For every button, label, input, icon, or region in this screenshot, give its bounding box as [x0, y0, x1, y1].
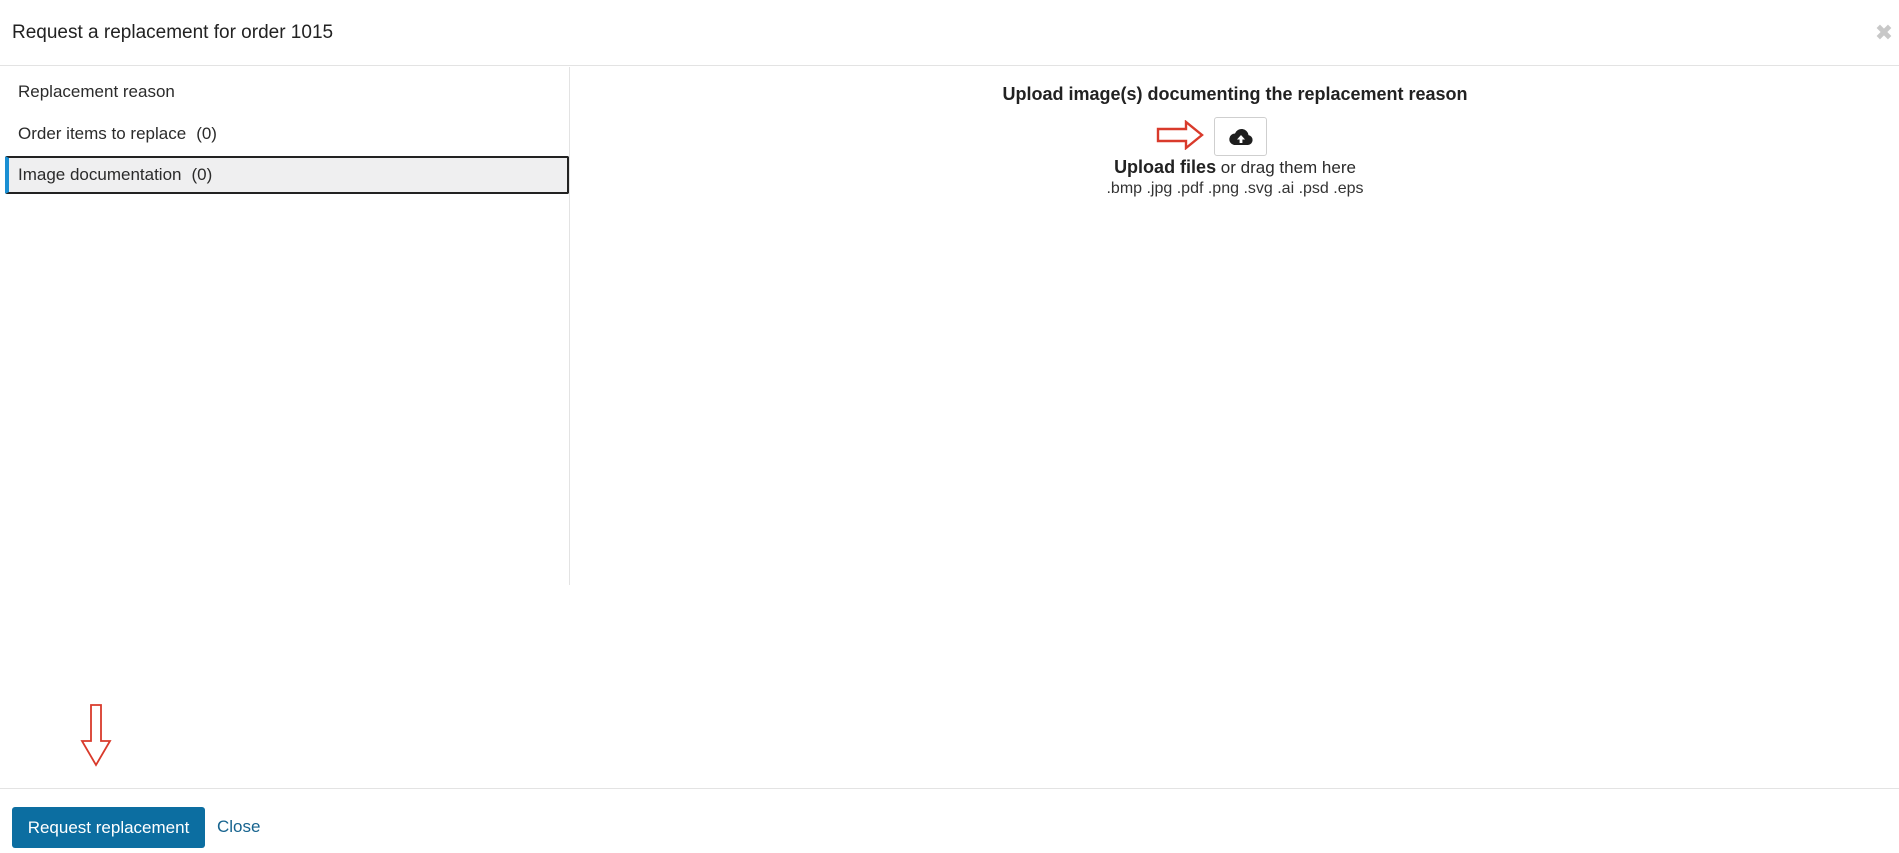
upload-files-link[interactable]: Upload files: [1114, 157, 1216, 177]
cloud-upload-icon: [1228, 128, 1253, 145]
upload-instructions: Upload files or drag them here: [571, 157, 1899, 178]
sidebar-item-count: (0): [191, 165, 213, 184]
dialog-header: Request a replacement for order 1015 ✖: [0, 0, 1899, 66]
sidebar: Replacement reason Order items to replac…: [0, 67, 570, 585]
sidebar-item-label: Replacement reason: [18, 82, 175, 101]
drag-text: or drag them here: [1216, 158, 1356, 177]
close-icon[interactable]: ✖: [1869, 20, 1899, 46]
red-arrow-right-icon: [1156, 120, 1204, 150]
sidebar-item-order-items[interactable]: Order items to replace (0): [5, 115, 569, 153]
upload-panel: Upload image(s) documenting the replacem…: [571, 67, 1899, 585]
dialog-title: Request a replacement for order 1015: [12, 22, 334, 43]
request-replacement-button[interactable]: Request replacement: [12, 807, 205, 848]
sidebar-item-count: (0): [196, 124, 217, 143]
sidebar-item-label: Image documentation: [18, 165, 182, 184]
sidebar-item-label: Order items to replace: [18, 124, 187, 143]
red-arrow-down-icon: [80, 704, 112, 767]
sidebar-item-image-documentation[interactable]: Image documentation (0): [5, 156, 569, 194]
sidebar-item-replacement-reason[interactable]: Replacement reason: [5, 73, 569, 111]
dialog-footer: Request replacement Close: [0, 788, 1899, 853]
upload-heading: Upload image(s) documenting the replacem…: [1002, 84, 1468, 104]
replacement-dialog: Request a replacement for order 1015 ✖ R…: [0, 0, 1899, 853]
upload-button[interactable]: [1214, 117, 1267, 156]
accepted-formats: .bmp .jpg .pdf .png .svg .ai .psd .eps: [1106, 180, 1364, 197]
close-button[interactable]: Close: [217, 817, 260, 837]
